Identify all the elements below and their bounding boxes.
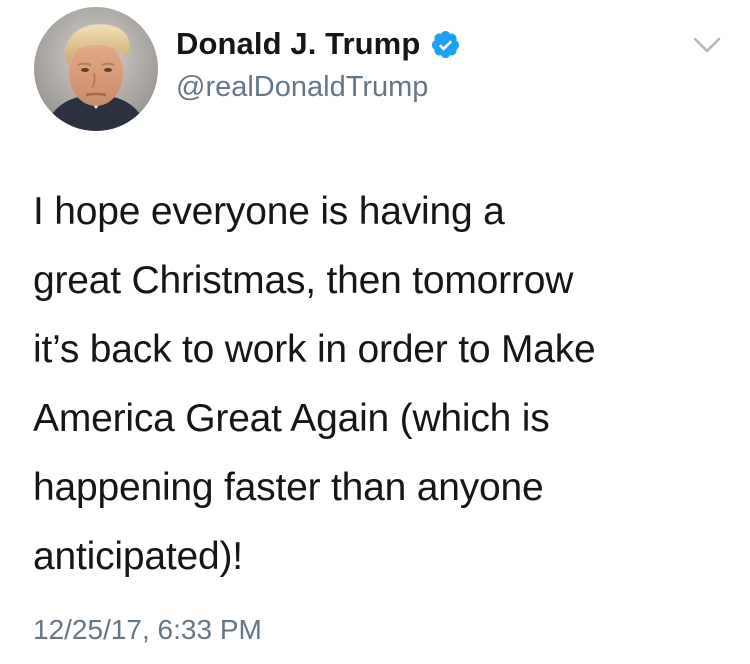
author-handle[interactable]: @realDonaldTrump [176,70,428,104]
tweet-text: I hope everyone is having a great Christ… [33,177,733,591]
tweet-text-line: America Great Again (which is [33,397,550,440]
avatar[interactable] [34,7,158,131]
chevron-down-icon[interactable] [693,36,721,56]
profile-photo-icon [34,7,158,131]
tweet-text-line: anticipated)! [33,535,243,578]
tweet-text-line: happening faster than anyone [33,466,544,509]
tweet-text-line: great Christmas, then tomorrow [33,259,574,302]
tweet-text-line: it’s back to work in order to Make [33,328,596,371]
tweet-timestamp[interactable]: 12/25/17, 6:33 PM [33,612,262,648]
tweet-card: Donald J. Trump @realDonaldTrump I hope … [0,0,750,664]
display-name[interactable]: Donald J. Trump [176,26,420,62]
verified-badge-icon [430,29,461,60]
tweet-text-line: I hope everyone is having a [33,190,505,233]
author-name-row: Donald J. Trump [176,26,461,62]
